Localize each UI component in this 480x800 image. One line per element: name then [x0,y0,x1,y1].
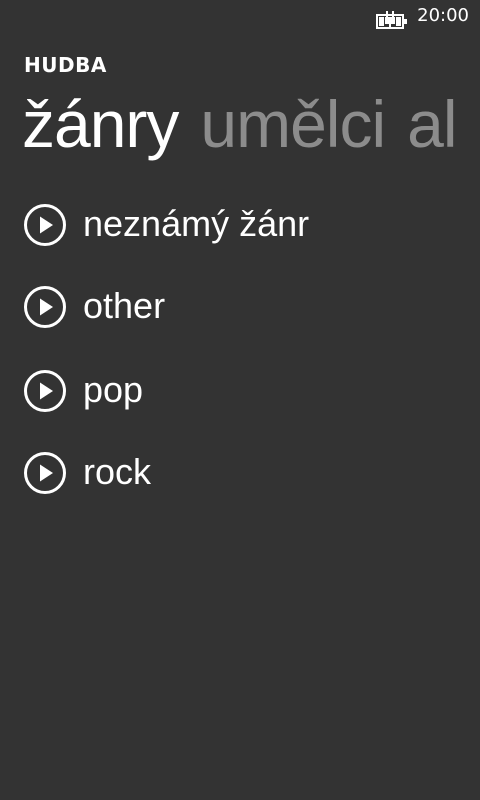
pivot-headers: žánry umělci al [22,88,480,168]
genre-label: pop [83,369,144,410]
pivot-tab-artists[interactable]: umělci [200,88,386,160]
genre-label: neznámý žánr [83,203,310,244]
pivot-tab-albums[interactable]: al [407,88,457,160]
genre-item-rock[interactable]: rock [0,432,480,514]
genre-item-unknown[interactable]: neznámý žánr [0,184,480,266]
status-bar: 20:00 [0,0,480,32]
genre-item-pop[interactable]: pop [0,350,480,432]
genre-item-other[interactable]: other [0,266,480,348]
status-clock: 20:00 [417,5,469,26]
play-icon[interactable] [23,285,67,329]
genre-label: other [83,285,166,326]
genre-label: rock [83,451,152,492]
play-icon[interactable] [23,369,67,413]
music-hub-screen: 20:00 HUDBA žánry umělci al neznámý žánr o… [0,0,480,800]
play-icon[interactable] [23,203,67,247]
pivot-tab-genres[interactable]: žánry [22,88,179,160]
battery-charging-icon [376,11,407,29]
play-icon[interactable] [23,451,67,495]
app-title: HUDBA [24,53,107,77]
